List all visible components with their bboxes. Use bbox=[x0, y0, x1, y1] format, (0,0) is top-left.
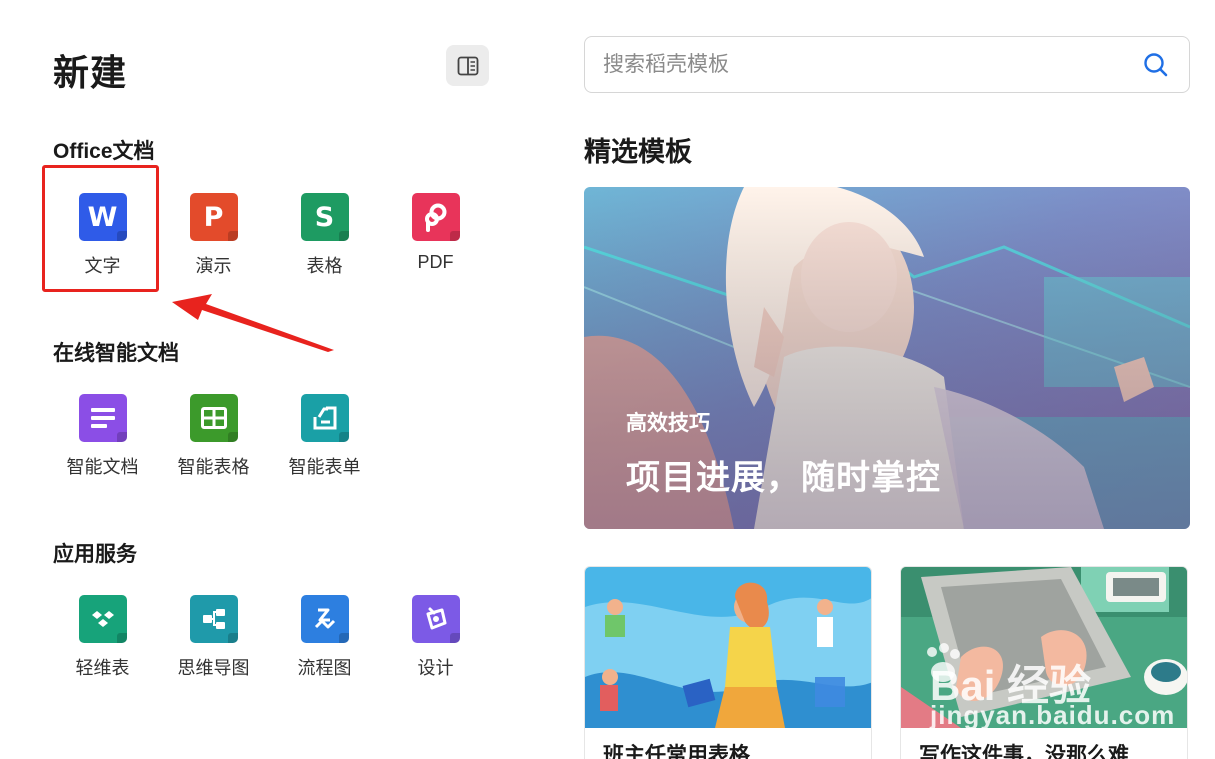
new-smart-form-button[interactable]: 智能表单 bbox=[269, 389, 380, 489]
office-grid: W 文字 P 演示 S 表格 PDF bbox=[47, 188, 491, 288]
new-design-button[interactable]: 设计 bbox=[380, 590, 491, 690]
section-title-services: 应用服务 bbox=[53, 543, 137, 566]
new-smart-doc-button[interactable]: 智能文档 bbox=[47, 389, 158, 489]
search-icon[interactable] bbox=[1141, 50, 1171, 80]
smart-sheet-icon bbox=[189, 394, 238, 442]
tile-label: 表格 bbox=[306, 256, 343, 276]
featured-templates-title: 精选模板 bbox=[584, 137, 692, 167]
tile-label: PDF bbox=[417, 252, 454, 272]
smart-form-icon bbox=[300, 394, 349, 442]
flowchart-icon bbox=[300, 595, 349, 643]
banner-headline: 项目进展，随时掌控 bbox=[626, 459, 941, 497]
tile-label: 轻维表 bbox=[75, 658, 130, 678]
tile-label: 智能表格 bbox=[177, 457, 250, 477]
template-search-box[interactable] bbox=[584, 36, 1190, 93]
new-word-button[interactable]: W 文字 bbox=[47, 188, 158, 288]
tile-label: 流程图 bbox=[297, 658, 352, 678]
tile-label: 智能文档 bbox=[66, 457, 139, 477]
mindmap-icon bbox=[189, 595, 238, 643]
spreadsheet-icon: S bbox=[300, 193, 349, 241]
page-title: 新建 bbox=[53, 52, 128, 93]
card-thumbnail bbox=[585, 567, 871, 728]
design-icon bbox=[411, 595, 460, 643]
new-pdf-button[interactable]: PDF bbox=[380, 188, 491, 288]
red-arrow-annotation bbox=[172, 294, 334, 352]
services-grid: 轻维表 思维导图 流程图 设计 bbox=[47, 590, 491, 690]
banner-subtitle: 高效技巧 bbox=[626, 412, 710, 435]
light-table-icon bbox=[78, 595, 127, 643]
featured-banner[interactable]: 高效技巧 项目进展，随时掌控 bbox=[584, 187, 1190, 529]
tile-label: 思维导图 bbox=[177, 658, 250, 678]
word-icon: W bbox=[78, 193, 127, 241]
new-flowchart-button[interactable]: 流程图 bbox=[269, 590, 380, 690]
search-input[interactable] bbox=[603, 52, 1141, 77]
panel-layout-icon bbox=[457, 56, 478, 75]
section-title-online: 在线智能文档 bbox=[53, 342, 179, 365]
template-card[interactable]: 班主任常用表格 bbox=[584, 566, 872, 759]
tile-label: 演示 bbox=[195, 256, 232, 276]
new-document-panel: 新建 Office文档 W 文字 P 演示 S 表格 PDF 在线智能文档 智能… bbox=[0, 0, 540, 759]
card-title: 班主任常用表格 bbox=[603, 744, 750, 759]
section-title-office: Office文档 bbox=[53, 140, 155, 163]
online-grid: 智能文档 智能表格 智能表单 bbox=[47, 389, 380, 489]
card-title: 写作这件事，没那么难 bbox=[919, 744, 1129, 759]
new-light-table-button[interactable]: 轻维表 bbox=[47, 590, 158, 690]
tile-label: 文字 bbox=[84, 256, 121, 276]
presentation-icon: P bbox=[189, 193, 238, 241]
new-presentation-button[interactable]: P 演示 bbox=[158, 188, 269, 288]
new-mindmap-button[interactable]: 思维导图 bbox=[158, 590, 269, 690]
template-card[interactable]: 写作这件事，没那么难 bbox=[900, 566, 1188, 759]
tile-label: 智能表单 bbox=[288, 457, 361, 477]
card-thumbnail bbox=[901, 567, 1187, 728]
new-smart-sheet-button[interactable]: 智能表格 bbox=[158, 389, 269, 489]
new-spreadsheet-button[interactable]: S 表格 bbox=[269, 188, 380, 288]
tile-label: 设计 bbox=[417, 658, 454, 678]
pdf-icon bbox=[411, 193, 460, 241]
smart-doc-icon bbox=[78, 394, 127, 442]
sidebar-toggle-button[interactable] bbox=[446, 45, 489, 86]
